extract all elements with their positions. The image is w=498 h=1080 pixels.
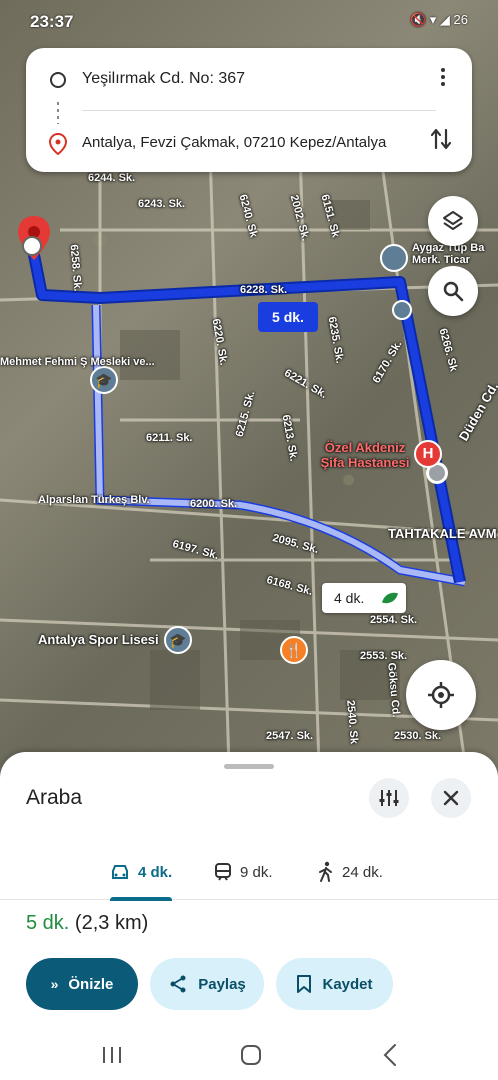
street-label: 6243. Sk. [138,198,186,210]
sheet-title: Araba [26,786,83,809]
recent-apps-icon[interactable] [97,1040,127,1070]
tab-walk-label: 24 dk. [342,863,383,881]
home-icon[interactable] [236,1040,266,1070]
share-label: Paylaş [198,975,246,993]
close-button[interactable] [431,778,471,818]
status-icons: 🔇 ▾ ◢ 26 [409,12,468,27]
divider [82,110,436,111]
search-icon [443,281,464,302]
tahtakale-label: TAHTAKALE AVM [388,526,497,541]
tab-transit[interactable]: 9 dk. [214,844,273,900]
summary-distance: (2,3 km) [74,912,149,934]
street-label: 6228. Sk. [240,284,288,296]
transit-stop-icon[interactable] [392,300,412,320]
destination-field[interactable]: Antalya, Fevzi Çakmak, 07210 Kepez/Antal… [26,124,472,164]
location-pin-icon [49,133,67,155]
hospital-poi-icon[interactable]: H [414,440,442,468]
my-location-button[interactable] [406,660,476,730]
active-tab-indicator [110,897,173,901]
origin-circle-icon [50,72,66,88]
route-options-button[interactable] [369,778,409,818]
street-label: 2530. Sk. [394,730,442,742]
street-label: 6211. Sk. [146,432,193,444]
swap-icon[interactable] [428,126,454,152]
school-poi-icon[interactable]: 🎓 [90,366,118,394]
summary-time: 5 dk. [26,912,70,934]
route-eta-badge[interactable]: 5 dk. [258,302,318,332]
tab-car[interactable]: 4 dk. [110,844,173,901]
system-nav-bar [0,1030,498,1080]
travel-mode-tabs: 4 dk. 9 dk. 24 dk. [0,844,498,901]
route-input-card: Yeşilırmak Cd. No: 367 Antalya, Fevzi Ça… [26,48,472,172]
restaurant-poi-icon[interactable]: 🍴 [280,636,308,664]
sheet-drag-handle[interactable] [224,764,274,769]
tab-transit-label: 9 dk. [240,863,273,881]
school-label: Mehmet Fehmi Ş Mesleki ve... [0,356,155,368]
eco-leaf-icon [381,589,399,607]
tab-walk[interactable]: 24 dk. [318,844,383,900]
share-button[interactable]: Paylaş [150,958,264,1010]
more-options-icon[interactable] [440,68,446,88]
alt-route-eta-badge[interactable]: 4 dk. [322,583,406,613]
save-button[interactable]: Kaydet [276,958,393,1010]
train-icon [215,863,231,881]
origin-field[interactable]: Yeşilırmak Cd. No: 367 [26,60,472,100]
origin-text: Yeşilırmak Cd. No: 367 [82,70,246,87]
street-label: 6200. Sk. [190,498,238,510]
route-summary: 5 dk. (2,3 km) [26,912,148,935]
destination-pin-icon[interactable] [14,214,54,284]
back-icon[interactable] [376,1040,406,1070]
street-label: Alparslan Türkeş Blv. [38,494,150,506]
save-label: Kaydet [322,975,373,993]
tune-icon [379,790,399,806]
bookmark-icon [297,975,312,993]
street-label: 2547. Sk. [266,730,314,742]
street-label: 2554. Sk. [370,614,418,626]
status-bar: 23:37 🔇 ▾ ◢ 26 [0,0,498,44]
layers-button[interactable] [428,196,478,246]
my-location-icon [428,682,454,708]
hospital-label: Özel Akdeniz Şifa Hastanesi [320,440,410,470]
route-connector-dots [57,102,59,124]
share-icon [170,975,186,993]
search-along-route-button[interactable] [428,266,478,316]
alt-route-eta-label: 4 dk. [334,590,365,606]
sport-school-label: Antalya Spor Lisesi [38,632,159,647]
aygaz-poi-icon[interactable] [380,244,408,272]
status-time: 23:37 [30,12,74,31]
street-label: 6244. Sk. [88,172,136,184]
street-label: 2553. Sk. [360,650,408,662]
car-icon [112,865,128,879]
destination-text: Antalya, Fevzi Çakmak, 07210 Kepez/Antal… [82,134,387,151]
tab-car-label: 4 dk. [138,863,173,881]
sport-school-poi-icon[interactable]: 🎓 [164,626,192,654]
layers-icon [443,211,463,230]
walk-icon [319,861,332,882]
close-icon [443,790,459,806]
preview-button[interactable]: » Önizle [26,958,138,1010]
preview-label: Önizle [68,975,114,993]
double-chevron-icon: » [50,976,59,992]
